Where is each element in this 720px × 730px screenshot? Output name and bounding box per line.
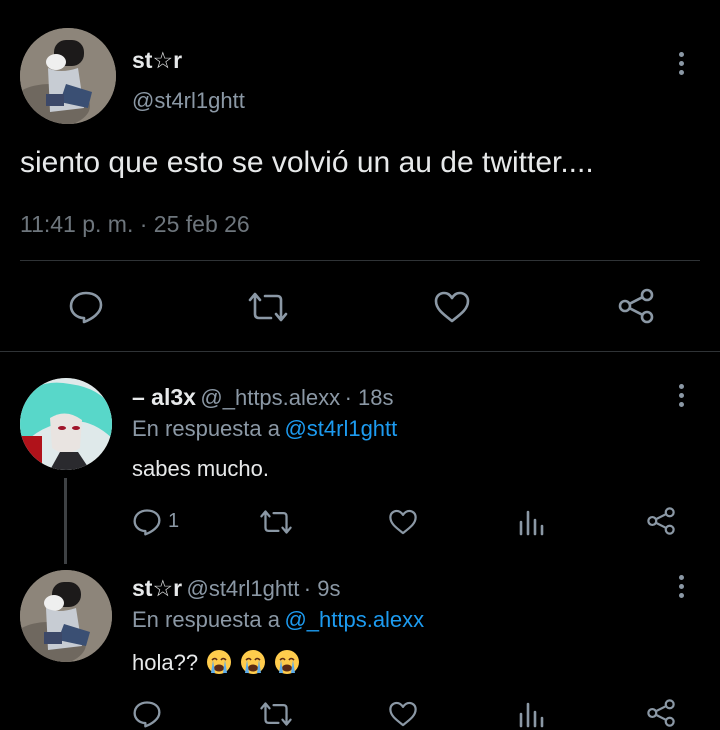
display-name[interactable]: st☆r xyxy=(132,575,182,601)
reply-text-container: hola?? xyxy=(132,649,300,676)
display-name[interactable]: st☆r xyxy=(132,47,182,74)
user-handle[interactable]: @st4rl1ghtt xyxy=(132,88,245,114)
reply-icon[interactable] xyxy=(68,290,104,324)
like-icon[interactable] xyxy=(388,508,418,536)
reply-icon[interactable] xyxy=(132,700,162,728)
analytics-icon[interactable] xyxy=(518,700,544,728)
loudly-crying-face-icon xyxy=(207,650,232,674)
reply-text: hola?? xyxy=(132,650,199,675)
reply-header: st☆r @st4rl1ghtt · 9s xyxy=(132,575,340,602)
share-icon[interactable] xyxy=(617,288,655,324)
like-icon[interactable] xyxy=(388,700,418,728)
mention-link[interactable]: @_https.alexx xyxy=(284,607,424,632)
reply-prefix: En respuesta a xyxy=(132,607,280,632)
divider xyxy=(0,351,720,352)
reply-context: En respuesta a @st4rl1ghtt xyxy=(132,416,397,442)
user-handle[interactable]: @st4rl1ghtt xyxy=(186,576,299,601)
share-icon[interactable] xyxy=(646,506,676,536)
more-options-icon[interactable] xyxy=(676,575,686,598)
tweet-timestamp: 11:41 p. m. · 25 feb 26 xyxy=(20,211,250,237)
tweet-text: siento que esto se volvió un au de twitt… xyxy=(20,146,594,179)
loudly-crying-face-icon xyxy=(241,650,266,674)
thread-line xyxy=(64,478,67,564)
reply-icon[interactable] xyxy=(132,508,162,536)
avatar[interactable] xyxy=(20,378,112,470)
avatar[interactable] xyxy=(20,570,112,662)
reply-text: sabes mucho. xyxy=(132,456,269,481)
share-icon[interactable] xyxy=(646,698,676,728)
reply-time: · 9s xyxy=(303,576,341,601)
mention-link[interactable]: @st4rl1ghtt xyxy=(284,416,397,441)
more-options-icon[interactable] xyxy=(676,52,686,75)
divider xyxy=(20,260,700,261)
retweet-icon[interactable] xyxy=(247,290,289,324)
reply-context: En respuesta a @_https.alexx xyxy=(132,607,424,633)
retweet-icon[interactable] xyxy=(259,700,293,728)
avatar[interactable] xyxy=(20,28,116,124)
reply-count: 1 xyxy=(168,510,180,532)
more-options-icon[interactable] xyxy=(676,384,686,407)
user-handle[interactable]: @_https.alexx xyxy=(200,385,340,410)
loudly-crying-face-icon xyxy=(275,650,300,674)
reply-header: – al3x @_https.alexx · 18s xyxy=(132,384,394,411)
display-name[interactable]: – al3x xyxy=(132,384,196,410)
reply-time: · 18s xyxy=(344,385,394,410)
reply-prefix: En respuesta a xyxy=(132,416,280,441)
analytics-icon[interactable] xyxy=(518,508,544,536)
retweet-icon[interactable] xyxy=(259,508,293,536)
like-icon[interactable] xyxy=(433,290,471,324)
